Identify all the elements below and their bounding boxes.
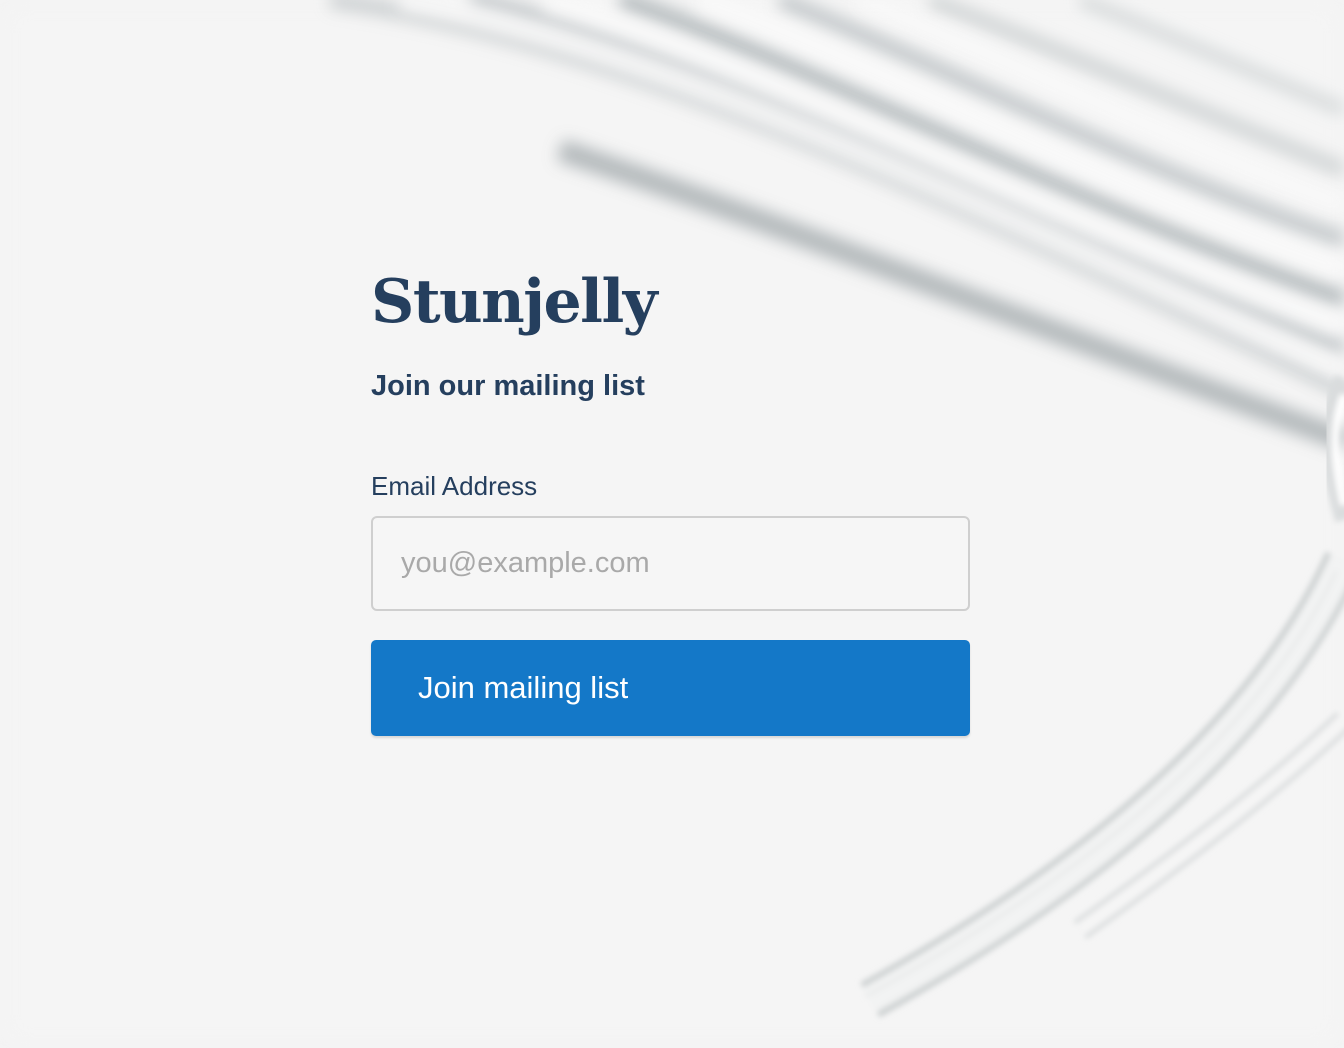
join-mailing-list-button[interactable]: Join mailing list: [371, 640, 970, 736]
signup-panel: Stunjelly Join our mailing list Email Ad…: [371, 262, 970, 736]
brand-logo: Stunjelly: [371, 267, 658, 337]
email-label: Email Address: [371, 471, 538, 501]
page-subtitle: Join our mailing list: [371, 370, 645, 402]
email-field[interactable]: [371, 516, 970, 611]
